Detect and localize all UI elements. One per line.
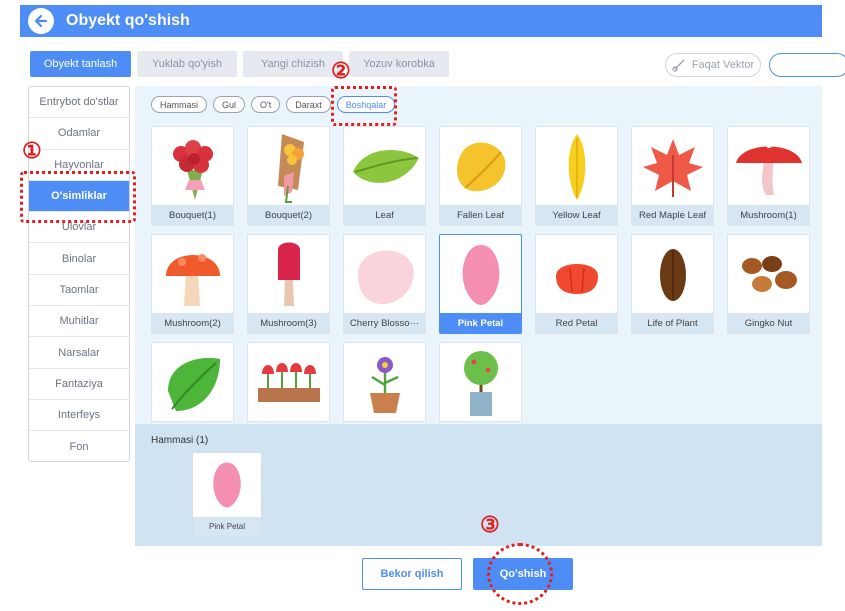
bouquet-yellow-icon <box>277 133 304 203</box>
object-label <box>248 421 329 422</box>
object-label <box>440 421 521 422</box>
object-label: Gingko Nut <box>728 313 809 333</box>
object-card[interactable]: Cherry Blosso··· <box>343 234 426 334</box>
object-card[interactable]: Fallen Leaf <box>439 126 522 226</box>
tab-new-drawing[interactable]: Yangi chizish <box>243 51 343 77</box>
highlight-add-button <box>487 543 553 605</box>
source-tabs: Obyekt tanlash Yuklab qo'yish Yangi chiz… <box>30 51 449 77</box>
sidebar-item-people[interactable]: Odamlar <box>29 118 129 150</box>
sidebar-item-fantasy[interactable]: Fantaziya <box>29 369 129 400</box>
object-label: Red Maple Leaf <box>632 205 713 225</box>
sidebar-item-things[interactable]: Narsalar <box>29 337 129 369</box>
fallen-leaf-icon <box>456 142 505 191</box>
tulip-planter-icon <box>257 362 320 402</box>
object-label: Pink Petal <box>440 313 521 333</box>
object-label: Life of Plant <box>632 313 713 333</box>
object-label: Bouquet(1) <box>152 205 233 225</box>
potted-tree-icon <box>463 350 498 416</box>
tab-object-select[interactable]: Obyekt tanlash <box>30 51 131 77</box>
step-marker-3: ③ <box>480 512 500 537</box>
step-marker-2: ② <box>331 58 351 83</box>
red-petal-icon <box>555 263 598 294</box>
object-label: Red Petal <box>536 313 617 333</box>
object-card[interactable] <box>151 342 234 422</box>
step-marker-1: ① <box>22 138 42 163</box>
selected-object-card[interactable]: Pink Petal <box>192 452 262 536</box>
filter-grass[interactable]: O't <box>251 96 281 113</box>
object-card-selected[interactable]: Pink Petal <box>439 234 522 334</box>
filter-tree[interactable]: Daraxt <box>286 96 331 113</box>
selected-count-title: Hammasi (1) <box>151 435 209 446</box>
cherry-petal-icon <box>357 250 414 304</box>
cancel-button[interactable]: Bekor qilish <box>362 558 462 590</box>
tab-textbox[interactable]: Yozuv korobka <box>349 51 449 77</box>
object-card[interactable]: Bouquet(1) <box>151 126 234 226</box>
filter-flower[interactable]: Gul <box>213 96 246 113</box>
vector-only-label: Faqat Vektor <box>691 59 755 71</box>
object-card[interactable]: Gingko Nut <box>727 234 810 334</box>
object-card[interactable] <box>439 342 522 422</box>
mushroom-pink-icon <box>277 242 300 306</box>
highlight-others-filter <box>331 86 397 126</box>
object-card[interactable]: Red Maple Leaf <box>631 126 714 226</box>
leaf-icon <box>352 149 419 183</box>
selected-objects-tray: Hammasi (1) Pink Petal <box>135 424 822 546</box>
mushroom-orange-icon <box>165 253 220 306</box>
highlight-plants-category <box>20 171 136 223</box>
object-label: Yellow Leaf <box>536 205 617 225</box>
object-card[interactable]: Mushroom(2) <box>151 234 234 334</box>
category-sidebar: Entrybot do'stlar Odamlar Hayvonlar O'si… <box>28 86 130 462</box>
vector-only-toggle[interactable]: Faqat Vektor <box>665 53 761 77</box>
tab-upload[interactable]: Yuklab qo'yish <box>137 51 237 77</box>
object-card[interactable]: Mushroom(3) <box>247 234 330 334</box>
pink-petal-icon <box>462 244 499 305</box>
sidebar-item-food[interactable]: Taomlar <box>29 275 129 307</box>
object-card[interactable] <box>247 342 330 422</box>
object-card[interactable]: Red Petal <box>535 234 618 334</box>
sidebar-item-interface[interactable]: Interfeys <box>29 400 129 432</box>
sidebar-item-background[interactable]: Fon <box>29 431 129 462</box>
brush-icon <box>672 59 685 72</box>
object-card[interactable]: Life of Plant <box>631 234 714 334</box>
object-label <box>344 421 425 422</box>
search-input[interactable] <box>769 53 845 77</box>
title-bar: Obyekt qo'shish <box>20 5 822 37</box>
object-grid: Bouquet(1) Bouquet(2) Leaf Fallen Leaf Y… <box>151 126 831 422</box>
selected-object-label: Pink Petal <box>193 517 261 536</box>
object-label: Bouquet(2) <box>248 205 329 225</box>
object-label: Mushroom(1) <box>728 205 809 225</box>
object-card[interactable] <box>343 342 426 422</box>
mushroom-red-icon <box>735 141 802 195</box>
sidebar-item-environments[interactable]: Muhitlar <box>29 306 129 338</box>
maple-leaf-icon <box>642 138 703 197</box>
object-label: Cherry Blosso··· <box>344 313 425 333</box>
object-label: Mushroom(3) <box>248 313 329 333</box>
sidebar-item-entrybot[interactable]: Entrybot do'stlar <box>29 87 129 119</box>
object-card[interactable]: Bouquet(2) <box>247 126 330 226</box>
gingko-nut-icon <box>741 255 797 292</box>
filter-all[interactable]: Hammasi <box>151 96 208 113</box>
arrow-left-icon <box>34 14 48 28</box>
bouquet-red-icon <box>172 139 213 200</box>
potted-flower-icon <box>369 356 400 413</box>
object-card[interactable]: Mushroom(1) <box>727 126 810 226</box>
dialog-title: Obyekt qo'shish <box>66 12 190 29</box>
object-label: Fallen Leaf <box>440 205 521 225</box>
yellow-leaf-icon <box>568 133 585 200</box>
object-card[interactable]: Yellow Leaf <box>535 126 618 226</box>
object-label: Leaf <box>344 205 425 225</box>
object-panel: Hammasi Gul O't Daraxt Boshqalar Bouquet… <box>135 86 822 546</box>
seed-icon <box>659 248 686 301</box>
green-leaf-icon <box>167 357 220 411</box>
object-card[interactable]: Leaf <box>343 126 426 226</box>
back-button[interactable] <box>28 8 54 34</box>
pink-petal-icon <box>213 462 241 508</box>
object-label: Mushroom(2) <box>152 313 233 333</box>
object-label <box>152 421 233 422</box>
sidebar-item-buildings[interactable]: Binolar <box>29 243 129 275</box>
